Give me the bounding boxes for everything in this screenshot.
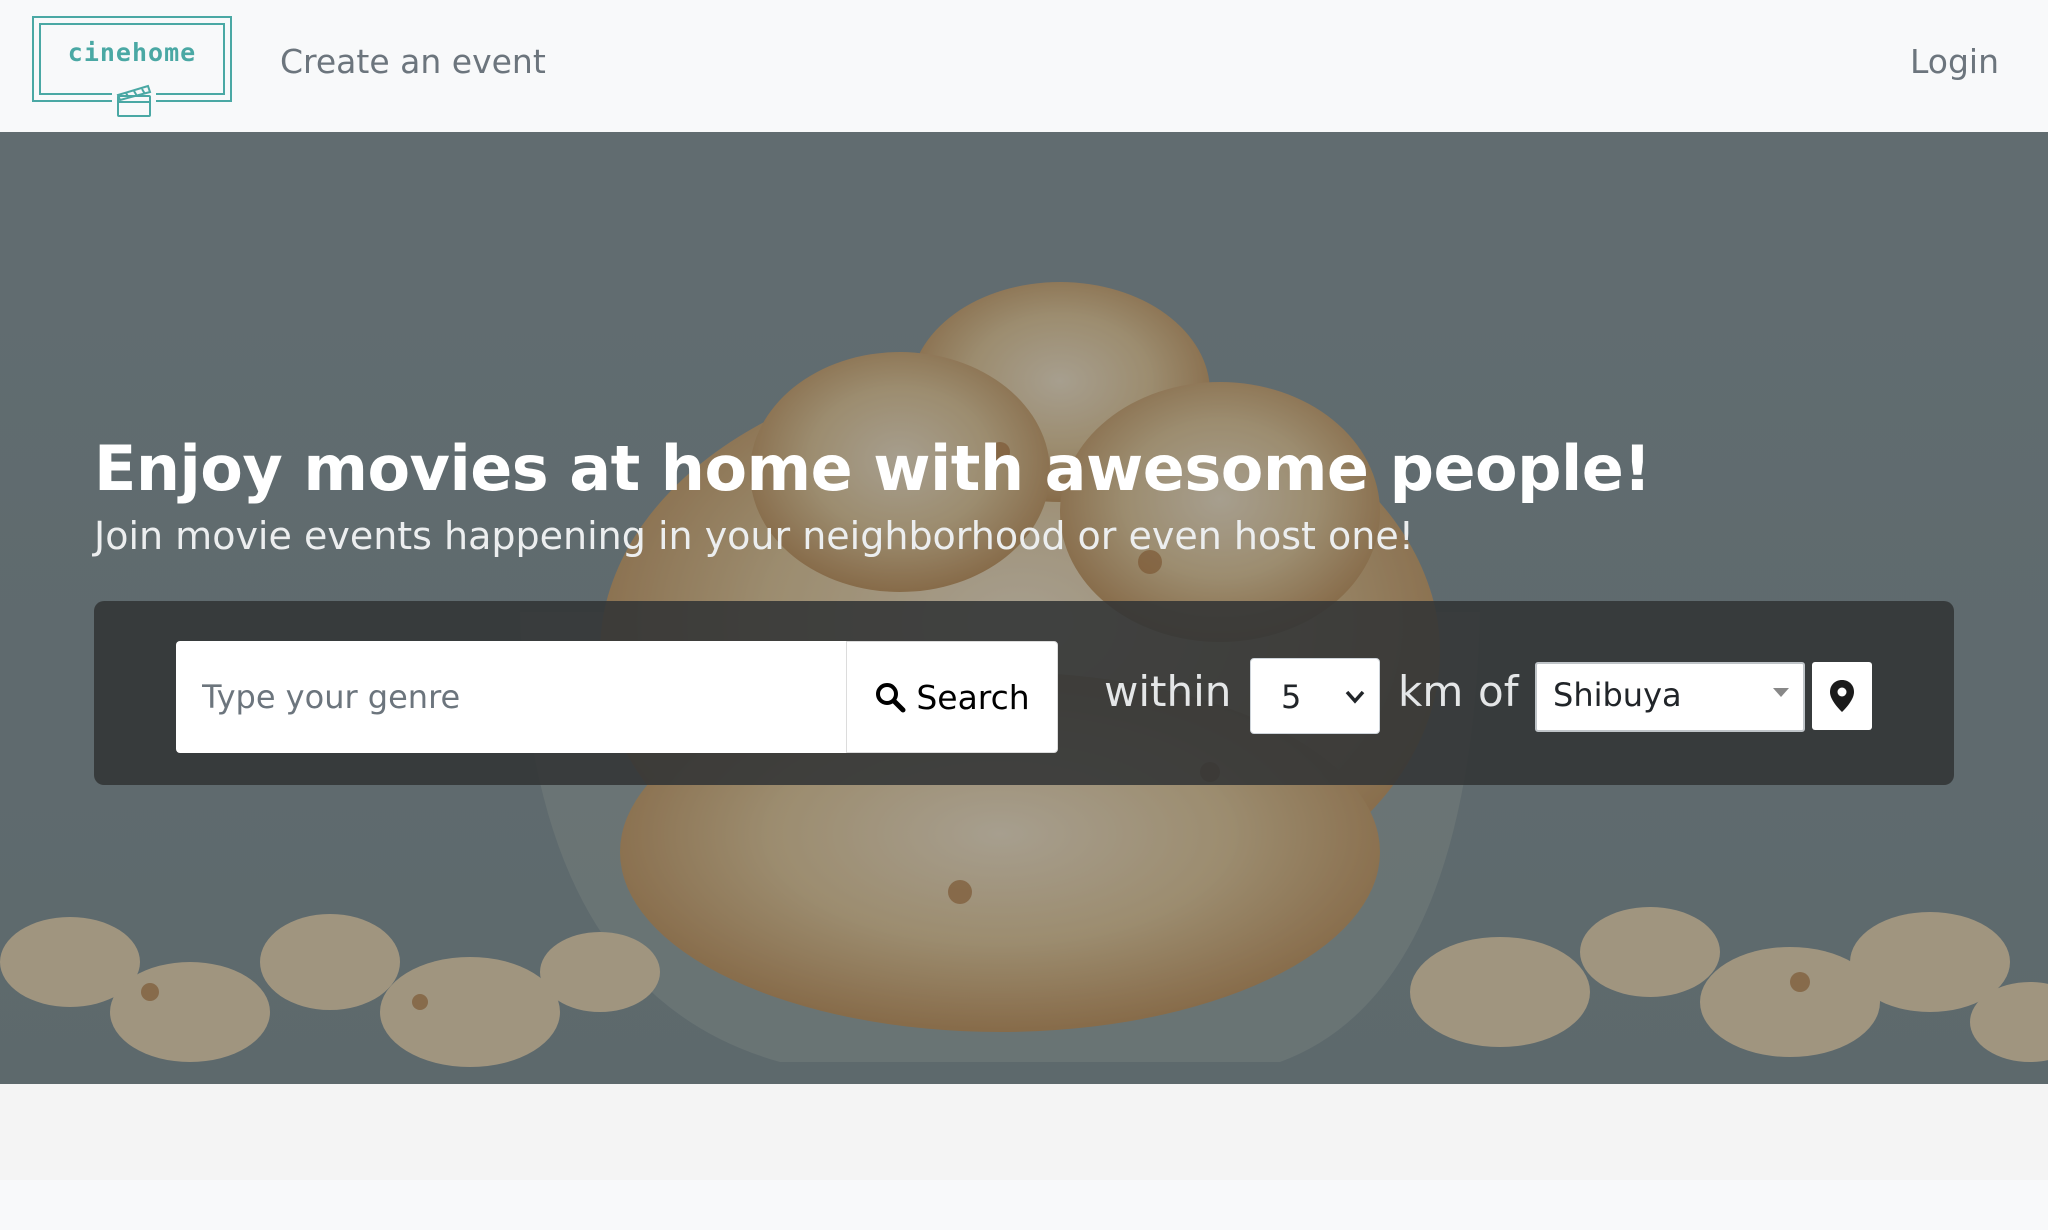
genre-search-input[interactable] (176, 641, 846, 753)
within-label: within (1104, 667, 1232, 716)
location-value: Shibuya (1553, 676, 1682, 714)
navbar: cinehome Create an event Login (0, 0, 2048, 132)
hero-title: Enjoy movies at home with awesome people… (94, 432, 1652, 505)
search-button-label: Search (916, 677, 1030, 717)
content-area (0, 1084, 2048, 1180)
search-button[interactable]: Search (846, 641, 1058, 753)
search-icon (876, 683, 906, 713)
caret-down-icon (1773, 688, 1789, 697)
page-footer (0, 1180, 2048, 1230)
hero-banner: Enjoy movies at home with awesome people… (0, 132, 2048, 1084)
km-label: km (1398, 667, 1464, 716)
logo-text: cinehome (67, 38, 197, 67)
hero-subtitle: Join movie events happening in your neig… (94, 514, 1414, 558)
of-label: of (1478, 667, 1519, 716)
cinehome-logo[interactable]: cinehome (32, 16, 232, 122)
map-marker-icon (1830, 680, 1854, 712)
login-link[interactable]: Login (1910, 42, 1999, 81)
use-my-location-button[interactable] (1812, 662, 1872, 730)
clapperboard-icon (112, 78, 156, 122)
chevron-down-icon (1345, 690, 1365, 704)
event-search-form: Search within 5 km of Shibuya (94, 601, 1954, 785)
radius-value: 5 (1281, 678, 1302, 716)
radius-select[interactable]: 5 (1250, 658, 1380, 734)
location-select[interactable]: Shibuya (1535, 662, 1805, 732)
create-event-link[interactable]: Create an event (280, 42, 546, 81)
